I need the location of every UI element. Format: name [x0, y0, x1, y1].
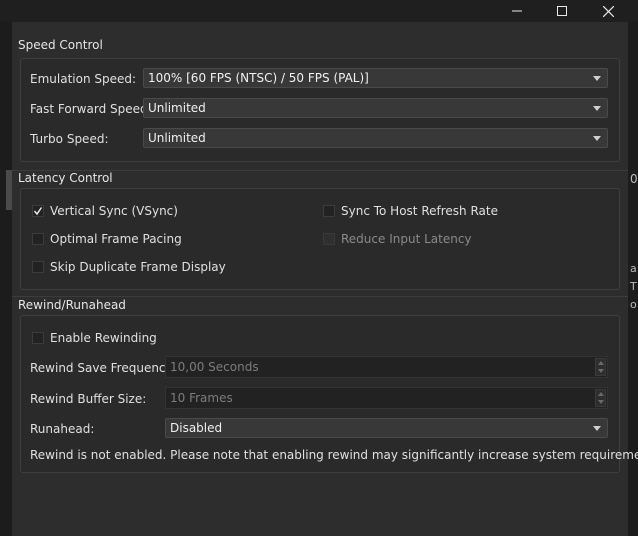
sync-host-refresh-checkbox[interactable]	[323, 205, 335, 217]
turbo-speed-value: Unlimited	[148, 131, 206, 145]
background-glyph: T	[630, 280, 637, 293]
section-divider	[12, 296, 628, 297]
runahead-dropdown[interactable]: Disabled	[165, 418, 608, 438]
rewind-save-frequency-label: Rewind Save Frequency:	[30, 361, 176, 375]
optimal-frame-pacing-label[interactable]: Optimal Frame Pacing	[50, 232, 182, 246]
speed-control-title: Speed Control	[18, 38, 103, 52]
chevron-up-icon	[598, 392, 604, 396]
reduce-input-latency-checkbox	[323, 233, 335, 245]
chevron-down-icon	[598, 369, 604, 373]
rewind-buffer-size-value: 10 Frames	[170, 391, 233, 405]
close-icon	[602, 5, 614, 17]
settings-panel: Speed Control Emulation Speed: 100% [60 …	[12, 22, 638, 536]
window-titlebar	[0, 0, 638, 22]
chevron-down-icon	[593, 76, 601, 81]
checkmark-icon	[33, 206, 43, 216]
rewind-save-frequency-value: 10,00 Seconds	[170, 360, 259, 374]
turbo-speed-label: Turbo Speed:	[30, 132, 109, 146]
latency-control-title: Latency Control	[18, 171, 113, 185]
close-button[interactable]	[585, 0, 631, 22]
runahead-label: Runahead:	[30, 422, 95, 436]
rewind-runahead-title: Rewind/Runahead	[18, 298, 126, 312]
skip-duplicate-frame-checkbox[interactable]	[32, 261, 44, 273]
minimize-button[interactable]	[494, 0, 540, 22]
fast-forward-speed-dropdown[interactable]: Unlimited	[143, 98, 608, 118]
enable-rewinding-checkbox[interactable]	[32, 332, 44, 344]
fast-forward-speed-label: Fast Forward Speed:	[30, 102, 152, 116]
emulation-speed-dropdown[interactable]: 100% [60 FPS (NTSC) / 50 FPS (PAL)]	[143, 68, 608, 88]
background-glyph: o	[630, 298, 637, 311]
reduce-input-latency-label: Reduce Input Latency	[341, 232, 472, 246]
enable-rewinding-label[interactable]: Enable Rewinding	[50, 331, 157, 345]
runahead-value: Disabled	[170, 421, 223, 435]
rewind-runahead-group: Enable Rewinding Rewind Save Frequency: …	[20, 315, 638, 473]
chevron-down-icon	[593, 106, 601, 111]
maximize-icon	[557, 6, 567, 16]
minimize-icon	[512, 6, 522, 16]
rewind-buffer-size-label: Rewind Buffer Size:	[30, 392, 147, 406]
spin-buttons	[595, 389, 606, 407]
vsync-checkbox[interactable]	[32, 205, 44, 217]
rewind-buffer-size-spinbox: 10 Frames	[165, 387, 608, 409]
maximize-button[interactable]	[539, 0, 585, 22]
speed-control-group: Emulation Speed: 100% [60 FPS (NTSC) / 5…	[20, 58, 620, 162]
chevron-down-icon	[593, 426, 601, 431]
chevron-up-icon	[598, 361, 604, 365]
skip-duplicate-frame-label[interactable]: Skip Duplicate Frame Display	[50, 260, 226, 274]
fast-forward-speed-value: Unlimited	[148, 101, 206, 115]
optimal-frame-pacing-checkbox[interactable]	[32, 233, 44, 245]
vsync-label[interactable]: Vertical Sync (VSync)	[50, 204, 178, 218]
latency-control-group: Vertical Sync (VSync) Sync To Host Refre…	[20, 188, 620, 290]
spin-buttons	[595, 358, 606, 376]
sync-host-refresh-label[interactable]: Sync To Host Refresh Rate	[341, 204, 498, 218]
chevron-down-icon	[593, 136, 601, 141]
rewind-save-frequency-spinbox: 10,00 Seconds	[165, 356, 608, 378]
emulation-speed-value: 100% [60 FPS (NTSC) / 50 FPS (PAL)]	[148, 71, 369, 85]
background-window-left	[0, 22, 12, 536]
chevron-down-icon	[598, 400, 604, 404]
rewind-note: Rewind is not enabled. Please note that …	[30, 448, 638, 462]
emulation-speed-label: Emulation Speed:	[30, 72, 137, 86]
background-glyph: 0	[630, 172, 638, 186]
turbo-speed-dropdown[interactable]: Unlimited	[143, 128, 608, 148]
background-glyph: a	[630, 262, 637, 275]
